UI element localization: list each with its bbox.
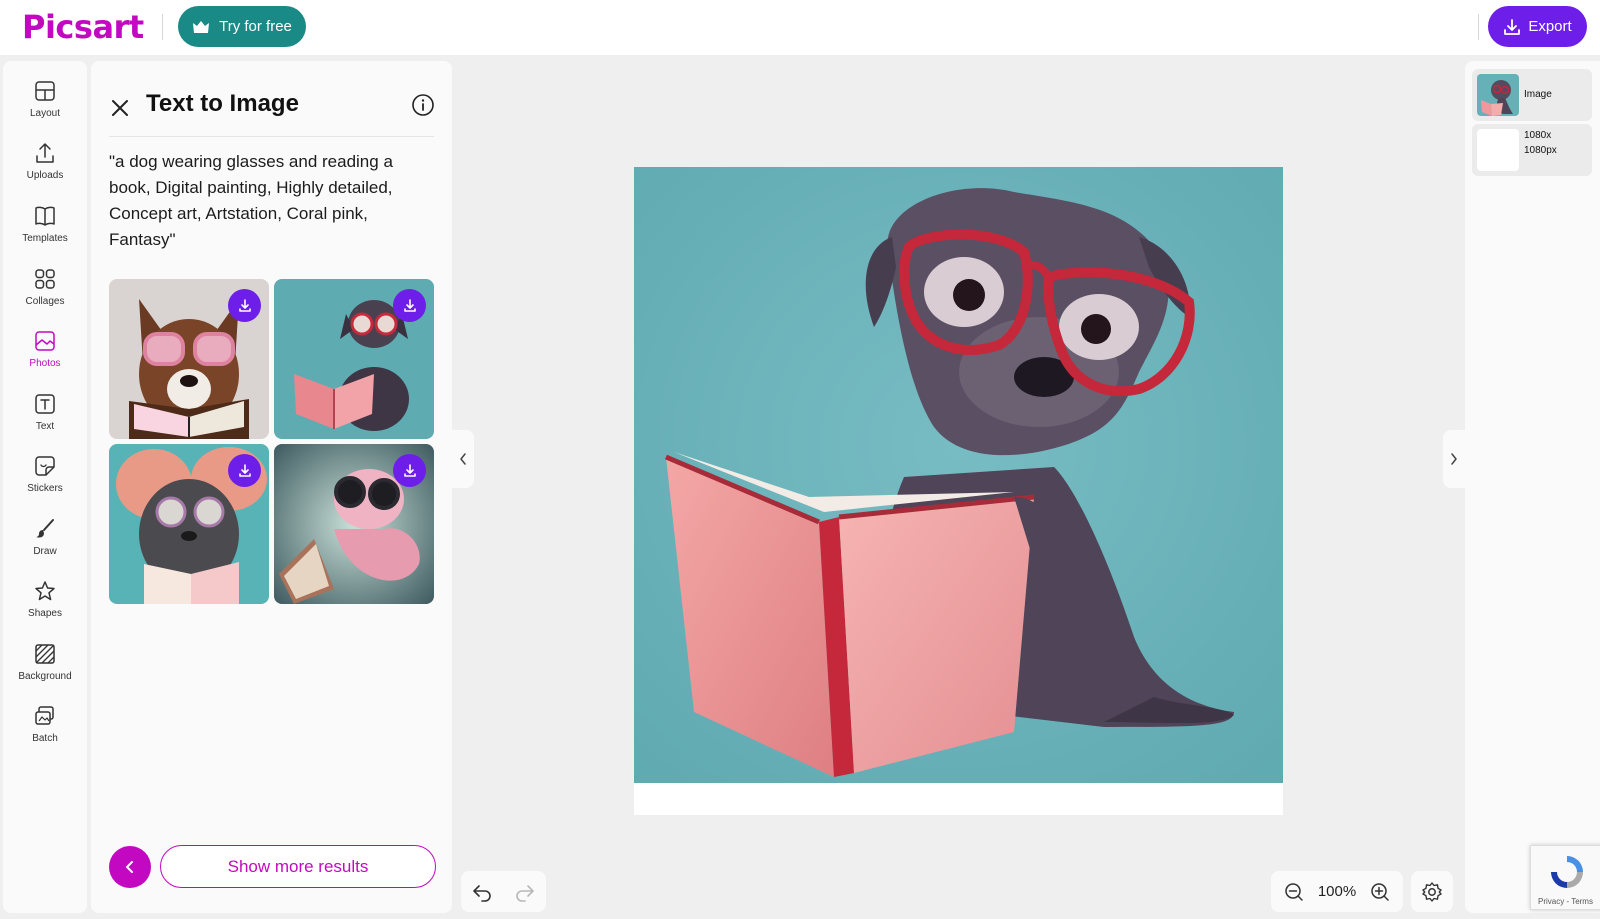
- chevron-left-icon: [126, 861, 133, 873]
- download-icon: [403, 463, 416, 477]
- sidebar-item-label: Background: [18, 671, 72, 682]
- layout-icon: [35, 81, 55, 101]
- collapse-panel-handle[interactable]: [452, 430, 474, 488]
- stickers-icon: [35, 456, 55, 476]
- zoom-controls: 100%: [1271, 871, 1403, 912]
- recaptcha-links: Privacy - Terms: [1538, 897, 1593, 906]
- zoom-in-icon[interactable]: [1370, 882, 1390, 902]
- crown-icon: [193, 20, 210, 33]
- sidebar-item-layout[interactable]: Layout: [3, 75, 87, 131]
- close-icon[interactable]: [109, 97, 131, 119]
- settings-control[interactable]: [1411, 871, 1453, 912]
- picsart-logo[interactable]: Picsart: [22, 8, 144, 46]
- zoom-level: 100%: [1317, 883, 1357, 900]
- upload-icon: [36, 143, 54, 163]
- back-button[interactable]: [109, 846, 151, 888]
- export-label: Export: [1528, 18, 1572, 35]
- sidebar-item-label: Draw: [33, 546, 57, 557]
- sidebar-item-label: Collages: [25, 296, 65, 307]
- gear-icon: [1422, 881, 1442, 902]
- text-to-image-panel: Text to Image "a dog wearing glasses and…: [91, 61, 452, 913]
- sidebar-item-label: Templates: [22, 233, 68, 244]
- sidebar-item-uploads[interactable]: Uploads: [3, 137, 87, 193]
- redo-icon[interactable]: [514, 881, 536, 903]
- history-controls: [461, 871, 546, 912]
- canvas-image[interactable]: [634, 167, 1283, 783]
- layer-canvas-size[interactable]: 1080x 1080px: [1472, 124, 1592, 176]
- sidebar-item-photos[interactable]: Photos: [3, 325, 87, 381]
- collages-icon: [35, 269, 55, 289]
- sidebar-item-label: Batch: [32, 733, 58, 744]
- batch-icon: [35, 706, 54, 725]
- sidebar-item-draw[interactable]: Draw: [3, 513, 87, 569]
- top-divider: [162, 14, 163, 40]
- download-button[interactable]: [393, 454, 426, 487]
- result-image-4[interactable]: [274, 444, 434, 604]
- layer-size-height: 1080px: [1524, 145, 1557, 156]
- design-canvas[interactable]: [634, 167, 1283, 815]
- download-icon: [238, 463, 251, 477]
- sidebar-item-label: Stickers: [27, 483, 63, 494]
- layer-image-label: Image: [1524, 89, 1552, 100]
- sidebar-item-batch[interactable]: Batch: [3, 700, 87, 756]
- zoom-out-icon[interactable]: [1284, 882, 1304, 902]
- sidebar-item-stickers[interactable]: Stickers: [3, 450, 87, 506]
- layer-image[interactable]: Image: [1472, 69, 1592, 121]
- result-image-3[interactable]: [109, 444, 269, 604]
- layer-size-width: 1080x: [1524, 130, 1552, 141]
- layer-image-thumbnail: [1477, 74, 1519, 116]
- layer-background-thumbnail: [1477, 129, 1519, 171]
- sidebar-item-templates[interactable]: Templates: [3, 200, 87, 256]
- templates-icon: [35, 206, 55, 226]
- download-button[interactable]: [228, 289, 261, 322]
- sidebar-item-background[interactable]: Background: [3, 638, 87, 694]
- sidebar-item-label: Shapes: [28, 608, 62, 619]
- sidebar-item-label: Photos: [29, 358, 61, 369]
- sidebar-item-label: Uploads: [26, 170, 64, 181]
- expand-layers-handle[interactable]: [1443, 430, 1465, 488]
- photos-icon: [35, 331, 55, 351]
- sidebar-item-label: Layout: [29, 108, 61, 119]
- download-button[interactable]: [228, 454, 261, 487]
- sidebar-item-collages[interactable]: Collages: [3, 263, 87, 319]
- text-icon: [35, 394, 55, 414]
- result-image-1[interactable]: [109, 279, 269, 439]
- brush-icon: [36, 519, 54, 538]
- show-more-results-button[interactable]: Show more results: [160, 845, 436, 888]
- panel-title: Text to Image: [146, 90, 299, 117]
- top-divider-right: [1478, 14, 1479, 40]
- sidebar-item-shapes[interactable]: Shapes: [3, 575, 87, 631]
- info-icon[interactable]: [411, 93, 435, 117]
- tool-sidebar: Layout Uploads Templates Collages Photos…: [3, 61, 87, 913]
- chevron-right-icon: [1451, 453, 1457, 465]
- sidebar-item-label: Text: [35, 421, 55, 432]
- download-button[interactable]: [393, 289, 426, 322]
- background-icon: [35, 644, 55, 664]
- prompt-text: "a dog wearing glasses and reading a boo…: [109, 152, 393, 249]
- panel-divider: [109, 136, 434, 137]
- top-bar: Picsart Try for free Export: [0, 0, 1600, 55]
- layers-panel: Image 1080x 1080px: [1465, 61, 1600, 913]
- try-for-free-button[interactable]: Try for free: [178, 6, 306, 47]
- download-icon: [403, 298, 416, 312]
- download-icon: [1504, 18, 1521, 35]
- try-for-free-label: Try for free: [219, 18, 292, 35]
- chevron-left-icon: [460, 453, 466, 465]
- dog-reading-illustration: [634, 167, 1283, 783]
- recaptcha-icon: [1551, 856, 1583, 888]
- star-icon: [35, 581, 55, 601]
- undo-icon[interactable]: [471, 881, 493, 903]
- result-image-2[interactable]: [274, 279, 434, 439]
- sidebar-item-text[interactable]: Text: [3, 388, 87, 444]
- export-button[interactable]: Export: [1488, 6, 1587, 47]
- download-icon: [238, 298, 251, 312]
- recaptcha-badge[interactable]: Privacy - Terms: [1530, 845, 1600, 910]
